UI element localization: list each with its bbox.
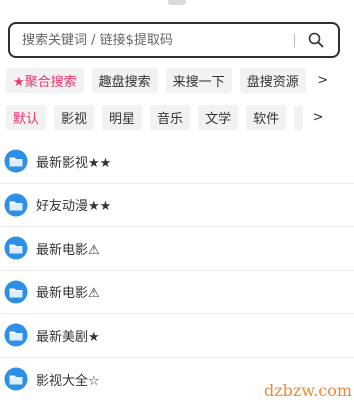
tab-laisou[interactable]: 来搜一下: [165, 68, 232, 93]
folder-icon: [4, 193, 28, 217]
folder-title: 最新电影⚠: [36, 242, 100, 258]
folder-title: 影视大全☆: [36, 373, 100, 389]
category-more-chevron-icon[interactable]: >: [309, 105, 327, 130]
tab-software[interactable]: 软件: [246, 105, 287, 130]
list-item[interactable]: 最新美剧★: [0, 314, 354, 358]
folder-icon: [4, 149, 28, 173]
folder-list: 最新影视★★ 好友动漫★★ 最新电影⚠ 最新电影⚠ 最新美剧★ 影视大全☆: [0, 140, 354, 401]
category-tabs: 默认 影视 明星 音乐 文学 软件 >: [6, 104, 350, 131]
folder-icon: [4, 323, 28, 347]
tab-pansou-resources[interactable]: 盘搜资源: [239, 68, 306, 93]
search-bar[interactable]: [8, 22, 340, 58]
source-more-chevron-icon[interactable]: >: [314, 68, 332, 93]
tab-music[interactable]: 音乐: [150, 105, 191, 130]
list-item[interactable]: 最新电影⚠: [0, 271, 354, 314]
source-tabs: ★聚合搜索 趣盘搜索 来搜一下 盘搜资源 >: [6, 67, 350, 94]
list-item[interactable]: 最新电影⚠: [0, 227, 354, 271]
list-item[interactable]: 最新影视★★: [0, 140, 354, 184]
tab-celebrity[interactable]: 明星: [102, 105, 143, 130]
folder-title: 最新电影⚠: [36, 286, 100, 302]
tab-partial[interactable]: [294, 105, 304, 130]
folder-title: 最新美剧★: [36, 329, 100, 345]
list-item[interactable]: 好友动漫★★: [0, 184, 354, 227]
search-divider: [294, 33, 295, 47]
search-input[interactable]: [22, 32, 284, 48]
search-icon[interactable]: [301, 25, 331, 55]
tab-aggregate-search[interactable]: ★聚合搜索: [6, 68, 84, 93]
tab-film[interactable]: 影视: [54, 105, 95, 130]
tab-qupan-search[interactable]: 趣盘搜索: [91, 68, 158, 93]
tab-default[interactable]: 默认: [6, 105, 47, 130]
folder-title: 最新影视★★: [36, 155, 112, 171]
watermark: dzbzw.com: [264, 381, 352, 400]
tab-literature[interactable]: 文学: [198, 105, 239, 130]
top-handle: [168, 0, 186, 5]
folder-title: 好友动漫★★: [36, 199, 112, 215]
folder-icon: [4, 367, 28, 391]
folder-icon: [4, 236, 28, 260]
folder-icon: [4, 280, 28, 304]
